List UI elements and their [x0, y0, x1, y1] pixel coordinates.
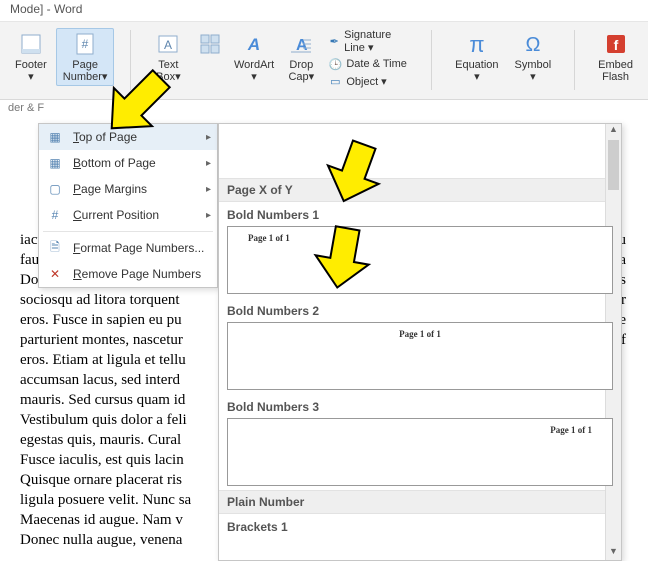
date-time-icon: 🕒 [328, 57, 342, 71]
remove-page-numbers-icon: ✕ [47, 266, 63, 282]
scroll-up-icon[interactable]: ▲ [606, 124, 621, 138]
menu-label: Bottom of Page [73, 156, 156, 170]
equation-label: Equation ▾ [455, 59, 498, 83]
menu-format-page-numbers[interactable]: 🗎 Format Page Numbers... [39, 235, 217, 261]
preview-text: Page 1 of 1 [248, 233, 290, 243]
group-label: der & F [0, 100, 648, 118]
menu-page-margins[interactable]: ▢ Page Margins ▸ [39, 176, 217, 202]
gallery-item-title: Brackets 1 [219, 514, 621, 536]
text-box-button[interactable]: A Text Box▾ [147, 28, 189, 86]
drop-cap-label: Drop Cap▾ [288, 59, 314, 83]
scroll-down-icon[interactable]: ▼ [606, 546, 621, 560]
window-title: Mode] - Word [0, 0, 648, 22]
object-icon: ▭ [328, 74, 342, 88]
gallery-item-bold-numbers-1[interactable]: Page 1 of 1 [227, 226, 613, 294]
date-time-label: Date & Time [346, 58, 407, 70]
svg-text:f: f [613, 37, 618, 53]
quick-parts-button[interactable] [191, 28, 227, 62]
object-label: Object ▾ [346, 75, 386, 88]
submenu-arrow-icon: ▸ [206, 158, 211, 169]
footer-icon [18, 31, 44, 57]
page-number-menu: ▦ Top of Page ▸ ▦ Bottom of Page ▸ ▢ Pag… [38, 123, 218, 288]
gallery-item-bold-numbers-2[interactable]: Page 1 of 1 [227, 322, 613, 390]
drop-cap-button[interactable]: A Drop Cap▾ [280, 28, 322, 86]
svg-text:#: # [82, 37, 89, 51]
current-position-icon: # [47, 207, 63, 223]
text-box-label: Text Box▾ [156, 59, 180, 83]
menu-label: Format Page Numbers... [73, 241, 204, 255]
page-margins-icon: ▢ [47, 181, 63, 197]
gallery-item-title: Bold Numbers 2 [219, 298, 621, 320]
preview-text: Page 1 of 1 [550, 425, 592, 435]
menu-label: Top of Page [73, 130, 137, 144]
symbol-label: Symbol ▾ [515, 59, 552, 83]
equation-button[interactable]: π Equation ▾ [448, 28, 505, 86]
svg-text:A: A [247, 35, 260, 54]
drop-cap-icon: A [288, 31, 314, 57]
top-of-page-icon: ▦ [47, 129, 63, 145]
signature-icon: ✒ [328, 35, 340, 49]
menu-label: Current Position [73, 208, 159, 222]
svg-text:Ω: Ω [525, 34, 540, 56]
text-box-icon: A [155, 31, 181, 57]
menu-top-of-page[interactable]: ▦ Top of Page ▸ [39, 124, 217, 150]
wordart-label: WordArt ▾ [234, 59, 274, 83]
scroll-thumb[interactable] [608, 140, 619, 190]
signature-label: Signature Line ▾ [344, 29, 411, 54]
footer-label: Footer ▾ [15, 59, 47, 83]
svg-text:A: A [164, 38, 172, 52]
gallery-section-header: Plain Number [219, 490, 621, 514]
menu-label: Page Margins [73, 182, 147, 196]
quick-parts-icon [197, 31, 223, 57]
page-number-label: Page Number▾ [63, 59, 108, 83]
gallery-item-title: Bold Numbers 1 [219, 202, 621, 224]
menu-remove-page-numbers[interactable]: ✕ Remove Page Numbers [39, 261, 217, 287]
submenu-arrow-icon: ▸ [206, 132, 211, 143]
menu-current-position[interactable]: # Current Position ▸ [39, 202, 217, 228]
page-number-icon: # [72, 31, 98, 57]
submenu-arrow-icon: ▸ [206, 210, 211, 221]
page-number-button[interactable]: # Page Number▾ [56, 28, 115, 86]
equation-icon: π [464, 31, 490, 57]
gallery-section-header: Page X of Y [219, 178, 621, 202]
symbol-button[interactable]: Ω Symbol ▾ [508, 28, 559, 86]
format-page-numbers-icon: 🗎 [47, 240, 63, 256]
embed-flash-icon: f [603, 31, 629, 57]
symbol-icon: Ω [520, 31, 546, 57]
embed-flash-button[interactable]: f Embed Flash [591, 28, 640, 86]
submenu-arrow-icon: ▸ [206, 184, 211, 195]
svg-text:π: π [469, 32, 484, 57]
embed-flash-label: Embed Flash [598, 59, 633, 83]
wordart-button[interactable]: A WordArt ▾ [230, 28, 279, 86]
signature-line-button[interactable]: ✒ Signature Line ▾ [324, 28, 415, 55]
menu-label: Remove Page Numbers [73, 267, 201, 281]
object-button[interactable]: ▭ Object ▾ [324, 73, 415, 89]
gallery-item-title: Bold Numbers 3 [219, 394, 621, 416]
ribbon: Footer ▾ # Page Number▾ A Text Box▾ A Wo… [0, 22, 648, 100]
page-number-gallery: ▲ ▼ Page X of Y Bold Numbers 1 Page 1 of… [218, 123, 622, 561]
bottom-of-page-icon: ▦ [47, 155, 63, 171]
date-time-button[interactable]: 🕒 Date & Time [324, 56, 415, 72]
wordart-icon: A [241, 31, 267, 57]
preview-text: Page 1 of 1 [399, 329, 441, 339]
gallery-item-bold-numbers-3[interactable]: Page 1 of 1 [227, 418, 613, 486]
menu-bottom-of-page[interactable]: ▦ Bottom of Page ▸ [39, 150, 217, 176]
footer-button[interactable]: Footer ▾ [8, 28, 54, 86]
